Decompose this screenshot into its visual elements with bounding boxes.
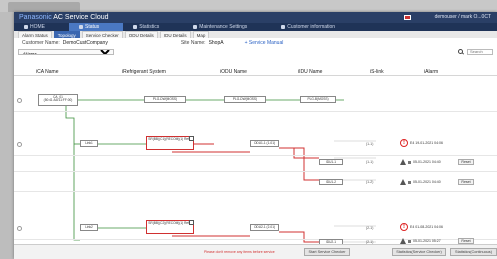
sub-tabs: Alarm Status Topology Service Checker OD… [14, 31, 497, 38]
menu-item-statistics[interactable]: Statistics [123, 23, 183, 31]
browser-top-strip [0, 0, 497, 12]
menu-label: Customer information [287, 24, 336, 30]
row-radio[interactable] [17, 98, 22, 103]
alert-circle-icon: ! [400, 223, 408, 231]
status-square-icon [408, 160, 411, 164]
tab-alarm-status[interactable]: Alarm Status [18, 31, 52, 38]
main-menu: HOME Status Statistics Maintenance Setti… [14, 23, 497, 31]
row-radio[interactable] [17, 142, 22, 147]
alarm-cell: ! E4 19-01-2021 04:06 [400, 139, 443, 147]
menu-item-status[interactable]: Status [69, 23, 124, 31]
col-alarm[interactable]: iAlarm [424, 69, 438, 75]
brand-name: Panasonic [19, 14, 52, 21]
table-row[interactable]: CA_01 (50:41:AA:11:FF:00) PLG-DW(MOSS) P… [14, 90, 497, 112]
menu-item-maintenance[interactable]: Maintenance Settings [183, 23, 271, 31]
person-icon [281, 25, 286, 29]
s-link-value: (2-1) [366, 226, 374, 230]
service-manual-link[interactable]: + Service Manual [245, 40, 284, 46]
reset-button[interactable]: Reset [458, 179, 474, 185]
chart-icon [133, 25, 138, 29]
table-row[interactable]: Link2 SR(BB)(C2)(RECOM)(1) Ref.1 ODU2-1 … [14, 218, 497, 240]
table-row[interactable]: IDU1-2 (1-2) 05-01-2021 04:40 Reset [14, 176, 497, 192]
tab-service-checker[interactable]: Service Checker [81, 31, 123, 38]
alarm-cell: 05-01-2021 04:40 [400, 159, 441, 165]
site-label: Site Name: [180, 39, 206, 46]
reset-button[interactable]: Reset [458, 159, 474, 165]
alarm-text: 05-01-2021 04:40 [413, 160, 441, 164]
tab-odu-details[interactable]: ODU Details [124, 31, 158, 38]
status-square-icon [408, 180, 411, 184]
statistics-continuous-button[interactable]: Statistics(Continuous) [450, 248, 497, 256]
odu-node-top[interactable]: PLG-DW(MOSS) [224, 96, 266, 103]
col-idu-name[interactable]: iIDU Name [298, 69, 322, 75]
col-s-link[interactable]: iS-link [370, 69, 384, 75]
odu-1-1[interactable]: ODU1-1 (1-01) [250, 140, 279, 147]
warning-icon [400, 179, 406, 185]
tab-topology[interactable]: Topology [53, 31, 80, 38]
footer-bar: Please don't remove any items before ser… [14, 244, 497, 259]
menu-item-customer[interactable]: Customer information [271, 23, 359, 31]
ref-system-1[interactable]: SR(BB)(C1)(RECOM)(1) Ref.1 [146, 136, 194, 150]
status-square-icon [408, 239, 411, 243]
tab-map[interactable]: Map [192, 31, 210, 38]
menu-label: HOME [30, 24, 45, 30]
app-title: AC Service Cloud [53, 14, 109, 21]
customer-label: Customer Name: [22, 39, 60, 46]
warning-icon [400, 159, 406, 165]
idu-node-top[interactable]: PLG-B(MOSS) [300, 96, 336, 103]
col-odu-name[interactable]: iODU Name [220, 69, 247, 75]
alarm-text: E4 01-08-2021 04:06 [410, 225, 443, 229]
odu-2-1[interactable]: ODU2-1 (2-01) [250, 224, 279, 231]
alarm-text: 05-01-2021 05:27 [413, 239, 441, 243]
ref-system-2[interactable]: SR(BB)(C2)(RECOM)(1) Ref.1 [146, 220, 194, 234]
topology-grid: CA_01 (50:41:AA:11:FF:00) PLG-DW(MOSS) P… [14, 76, 497, 246]
table-row[interactable]: Link1 SR(BB)(C1)(RECOM)(1) Ref.1 ODU1-1 … [14, 134, 497, 156]
app-window: Panasonic AC Service Cloud demouser / ma… [14, 12, 497, 259]
menu-label: Maintenance Settings [199, 24, 248, 30]
idu-1-2[interactable]: IDU1-2 [319, 179, 343, 185]
site-value: ShopA [208, 39, 224, 46]
browser-tab[interactable] [8, 2, 80, 12]
column-headers: iCA Name iRefrigerant System iODU Name i… [14, 68, 497, 76]
area-select[interactable]: All/area [18, 48, 114, 55]
row-radio[interactable] [17, 226, 22, 231]
filter-row: All/area [14, 47, 497, 56]
tab-idu-details[interactable]: IDU Details [159, 31, 191, 38]
idu-1-1[interactable]: IDU1-1 [319, 159, 343, 165]
info-row: Customer Name: DemoCustCompany Site Name… [14, 38, 497, 47]
alarm-text: 05-01-2021 04:40 [413, 180, 441, 184]
wrench-icon [193, 25, 198, 29]
menu-label: Statistics [139, 24, 160, 30]
user-name[interactable]: demouser / mark O...0CT [435, 12, 491, 23]
link1-node[interactable]: Link1 [80, 140, 98, 147]
s-link-value: (1-1) [366, 160, 374, 164]
table-row[interactable]: IDU1-1 (1-1) 05-01-2021 04:40 Reset [14, 156, 497, 172]
col-refrigerant[interactable]: iRefrigerant System [122, 69, 166, 75]
footer-hint: Please don't remove any items before ser… [204, 250, 275, 254]
edit-icon[interactable] [189, 136, 194, 141]
title-bar: Panasonic AC Service Cloud demouser / ma… [14, 12, 497, 23]
alarm-cell: ! E4 01-08-2021 04:06 [400, 223, 443, 231]
edit-icon[interactable] [189, 220, 194, 225]
col-ca-name[interactable]: iCA Name [36, 69, 59, 75]
customer-value: DemoCustCompany [62, 39, 108, 46]
menu-label: Status [85, 24, 100, 30]
search-icon[interactable] [458, 49, 463, 54]
search-input[interactable] [467, 48, 493, 55]
ref-node-top[interactable]: PLG-DW(MOSS) [144, 96, 186, 103]
home-icon [24, 25, 28, 29]
link2-node[interactable]: Link2 [80, 224, 98, 231]
alert-circle-icon: ! [400, 139, 408, 147]
alarm-text: E4 19-01-2021 04:06 [410, 141, 443, 145]
s-link-value: (1-2) [366, 180, 374, 184]
language-flag-icon[interactable] [404, 15, 411, 20]
s-link-value: (1-1) [366, 142, 374, 146]
statistics-service-checker-button[interactable]: Statistics(Service Checker) [392, 248, 446, 256]
ca-node[interactable]: CA_01 (50:41:AA:11:FF:00) [38, 94, 78, 106]
status-icon [79, 25, 83, 29]
start-service-checker-button[interactable]: Start Service Checker [304, 248, 350, 256]
alarm-cell: 05-01-2021 04:40 [400, 179, 441, 185]
menu-item-home[interactable]: HOME [14, 23, 69, 31]
